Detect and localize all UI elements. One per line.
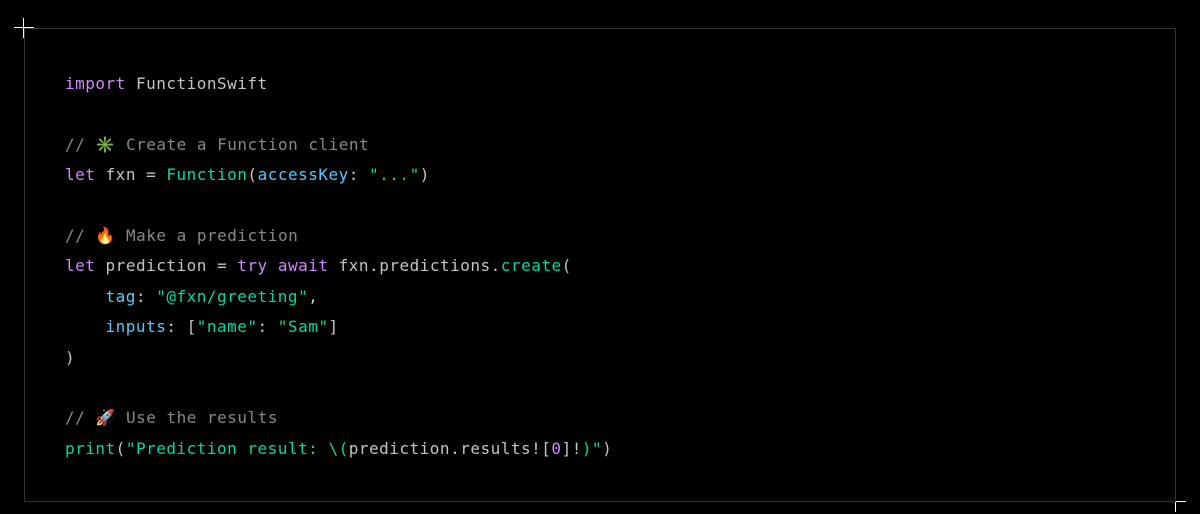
obj-prediction: prediction	[349, 439, 450, 458]
rocket-icon: 🚀	[95, 408, 115, 427]
code-line-3: // ✳️ Create a Function client	[65, 130, 1135, 160]
dict-key: "name"	[197, 317, 258, 336]
method-create: create	[501, 256, 562, 275]
paren-close: )	[602, 439, 612, 458]
prop-results: results	[460, 439, 531, 458]
keyword-try: try	[237, 256, 267, 275]
colon: :	[136, 287, 156, 306]
code-line-12: // 🚀 Use the results	[65, 403, 1135, 433]
var-prediction: prediction	[106, 256, 207, 275]
dot: .	[450, 439, 460, 458]
comment-text: Create a Function client	[116, 135, 369, 154]
code-line-10: )	[65, 343, 1135, 373]
indent	[65, 287, 106, 306]
keyword-let: let	[65, 256, 95, 275]
keyword-import: import	[65, 74, 126, 93]
code-line-5	[65, 191, 1135, 221]
code-line-2	[65, 99, 1135, 129]
module-name: FunctionSwift	[136, 74, 268, 93]
param-accessKey: accessKey	[258, 165, 349, 184]
equals: =	[207, 256, 237, 275]
code-line-1: import FunctionSwift	[65, 69, 1135, 99]
comma: ,	[308, 287, 318, 306]
obj-predictions: predictions	[379, 256, 490, 275]
sparkle-icon: ✳️	[95, 135, 115, 154]
string-literal-part2: "	[592, 439, 602, 458]
bracket-open: [	[541, 439, 551, 458]
interp-open: \(	[328, 439, 348, 458]
comment-text: Make a prediction	[116, 226, 298, 245]
bang: !	[572, 439, 582, 458]
colon: :	[258, 317, 278, 336]
bang: !	[531, 439, 541, 458]
param-tag: tag	[106, 287, 136, 306]
fire-icon: 🔥	[95, 226, 115, 245]
code-line-4: let fxn = Function(accessKey: "...")	[65, 160, 1135, 190]
code-line-9: inputs: ["name": "Sam"]	[65, 312, 1135, 342]
comment-prefix: //	[65, 226, 95, 245]
keyword-let: let	[65, 165, 95, 184]
code-frame: import FunctionSwift // ✳️ Create a Func…	[24, 28, 1176, 502]
dict-value: "Sam"	[278, 317, 329, 336]
paren-open: (	[247, 165, 257, 184]
dot: .	[369, 256, 379, 275]
paren-close: )	[420, 165, 430, 184]
colon: :	[166, 317, 186, 336]
bracket-open: [	[187, 317, 197, 336]
paren-open: (	[562, 256, 572, 275]
code-line-13: print("Prediction result: \(prediction.r…	[65, 434, 1135, 464]
comment-prefix: //	[65, 408, 95, 427]
keyword-await: await	[278, 256, 329, 275]
bracket-close: ]	[562, 439, 572, 458]
code-line-6: // 🔥 Make a prediction	[65, 221, 1135, 251]
index-zero: 0	[551, 439, 561, 458]
paren-open: (	[116, 439, 126, 458]
param-inputs: inputs	[106, 317, 167, 336]
obj-fxn: fxn	[339, 256, 369, 275]
interp-close: )	[582, 439, 592, 458]
indent	[65, 317, 106, 336]
dot: .	[491, 256, 501, 275]
comment-text: Use the results	[116, 408, 278, 427]
bracket-close: ]	[328, 317, 338, 336]
code-line-8: tag: "@fxn/greeting",	[65, 282, 1135, 312]
colon: :	[349, 165, 369, 184]
string-literal: "..."	[369, 165, 420, 184]
string-literal: "@fxn/greeting"	[156, 287, 308, 306]
var-fxn: fxn	[106, 165, 136, 184]
func-print: print	[65, 439, 116, 458]
comment-prefix: //	[65, 135, 95, 154]
paren-close: )	[65, 348, 75, 367]
code-line-7: let prediction = try await fxn.predictio…	[65, 251, 1135, 281]
equals: =	[136, 165, 166, 184]
code-line-11	[65, 373, 1135, 403]
string-literal-part1: "Prediction result:	[126, 439, 329, 458]
func-Function: Function	[166, 165, 247, 184]
